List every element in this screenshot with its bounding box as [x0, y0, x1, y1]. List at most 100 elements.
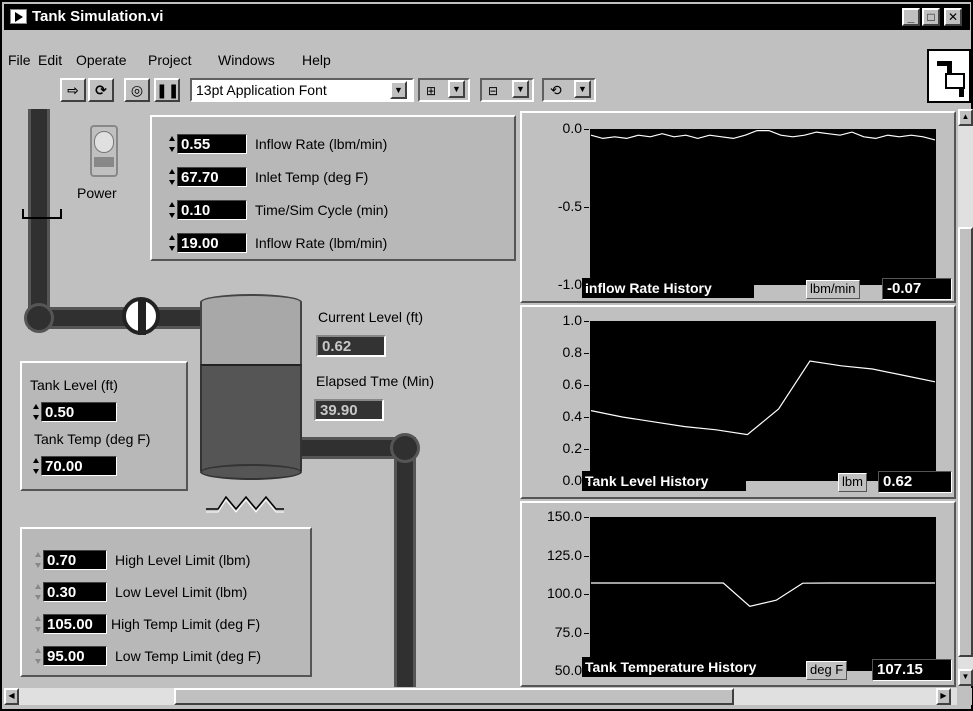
pause-icon[interactable]: ❚❚: [154, 78, 180, 102]
resize-grip-icon[interactable]: [957, 688, 972, 705]
tank-level-value[interactable]: 0.50: [41, 402, 117, 422]
front-panel: Power 0.55 Inflow Rate (lbm/min) 67.70 I…: [4, 109, 956, 687]
time-per-cycle-control[interactable]: 0.10 Time/Sim Cycle (min): [168, 199, 388, 221]
low-level-limit-value[interactable]: 0.30: [43, 582, 107, 602]
power-switch[interactable]: [90, 125, 118, 177]
spinner-icon[interactable]: [168, 167, 176, 187]
y-tick-label: 0.4: [562, 408, 582, 424]
y-tick-mark: [584, 385, 589, 386]
maximize-button[interactable]: □: [922, 8, 940, 26]
spinner-icon[interactable]: [168, 233, 176, 253]
run-arrow-icon[interactable]: ⇨: [60, 78, 86, 102]
chart-trace-svg: [591, 582, 935, 607]
inflow-rate-value[interactable]: 0.55: [177, 134, 247, 154]
menu-windows[interactable]: Windows: [218, 52, 275, 68]
chart-unit-label: deg F: [806, 661, 848, 680]
chart-trace-svg: [590, 130, 936, 141]
inflow-rate-control[interactable]: 0.55 Inflow Rate (lbm/min): [168, 133, 387, 155]
series-line: [591, 582, 935, 607]
spinner-icon[interactable]: [168, 200, 176, 220]
high-temp-limit-label: High Temp Limit (deg F): [111, 616, 261, 632]
spinner-icon[interactable]: [168, 134, 176, 154]
menu-operate[interactable]: Operate: [76, 52, 127, 68]
spinner-icon[interactable]: [34, 582, 42, 602]
high-temp-limit-value[interactable]: 105.00: [43, 614, 107, 634]
run-continuously-icon[interactable]: ⟳: [88, 78, 114, 102]
align-selector[interactable]: ⊞ ▼: [418, 78, 470, 102]
y-tick-label: 0.0: [562, 120, 582, 136]
y-tick-mark: [584, 671, 589, 672]
y-tick-mark: [584, 207, 589, 208]
low-temp-limit-control[interactable]: 95.00 Low Temp Limit (deg F): [34, 645, 261, 667]
outlet-pipe-horizontal: [294, 437, 404, 459]
close-button[interactable]: ✕: [944, 8, 962, 26]
title-bar[interactable]: Tank Simulation.vi _ □ ✕: [4, 4, 970, 30]
font-dropdown-arrow-icon[interactable]: ▼: [390, 81, 407, 99]
abort-icon[interactable]: ◎: [124, 78, 150, 102]
reorder-selector[interactable]: ⟲ ▼: [542, 78, 596, 102]
chart-digital-display: -0.07: [882, 278, 952, 300]
tank-level-control[interactable]: 0.50: [32, 401, 117, 423]
vertical-scrollbar[interactable]: ▲ ▼: [958, 109, 973, 686]
selection-marker-icon: [22, 209, 62, 219]
tank-temp-control[interactable]: 70.00: [32, 455, 117, 477]
chart-unit-label: lbm: [838, 473, 867, 492]
y-tick-mark: [584, 449, 589, 450]
high-temp-limit-control[interactable]: 105.00 High Temp Limit (deg F): [34, 613, 260, 635]
vertical-scroll-thumb[interactable]: [958, 227, 973, 657]
y-tick-mark: [584, 417, 589, 418]
simulation-controls-panel: 0.55 Inflow Rate (lbm/min) 67.70 Inlet T…: [150, 115, 516, 261]
series-line: [590, 360, 936, 436]
distribute-dropdown-arrow-icon[interactable]: ▼: [512, 80, 529, 98]
scroll-left-arrow-icon[interactable]: ◀: [4, 688, 19, 705]
tank-temp-value[interactable]: 70.00: [41, 456, 117, 476]
heater-icon: [206, 495, 284, 513]
font-selector[interactable]: 13pt Application Font: [190, 78, 414, 102]
y-tick-label: 100.0: [546, 585, 582, 601]
high-level-limit-control[interactable]: 0.70 High Level Limit (lbm): [34, 549, 250, 571]
distribute-selector[interactable]: ⊟ ▼: [480, 78, 534, 102]
align-dropdown-arrow-icon[interactable]: ▼: [448, 80, 465, 98]
spinner-icon[interactable]: [32, 456, 40, 476]
scroll-up-arrow-icon[interactable]: ▲: [958, 109, 973, 126]
chart-plot-area: [590, 321, 936, 481]
low-level-limit-control[interactable]: 0.30 Low Level Limit (lbm): [34, 581, 247, 603]
window-title: Tank Simulation.vi: [32, 8, 164, 25]
chart-title: Tank Level History: [582, 471, 746, 491]
minimize-button[interactable]: _: [902, 8, 920, 26]
time-per-cycle-value[interactable]: 0.10: [177, 200, 247, 220]
horizontal-scrollbar[interactable]: ◀ ▶: [4, 688, 957, 705]
spinner-icon[interactable]: [32, 402, 40, 422]
menu-file[interactable]: File: [8, 52, 31, 68]
toolbar: ⇨ ⟳ ◎ ❚❚ 13pt Application Font ▼ ⊞ ▼ ⊟ ▼…: [4, 75, 924, 103]
y-tick-mark: [584, 594, 589, 595]
scroll-down-arrow-icon[interactable]: ▼: [958, 669, 973, 686]
menu-edit[interactable]: Edit: [38, 52, 62, 68]
y-tick-mark: [584, 321, 589, 322]
time-per-cycle-label: Time/Sim Cycle (min): [255, 202, 389, 218]
y-tick-label: 125.0: [546, 546, 582, 563]
low-temp-limit-value[interactable]: 95.00: [43, 646, 107, 666]
inflow-rate-history-chart: Inflow Rate History lbm/min -0.07 0.0 -0.…: [520, 111, 956, 303]
y-tick-mark: [584, 632, 589, 634]
y-tick-label: -0.5: [557, 198, 582, 214]
chart-title: Inflow Rate History: [582, 278, 754, 298]
y-tick-label: 1.0: [562, 312, 582, 328]
high-level-limit-value[interactable]: 0.70: [43, 550, 107, 570]
horizontal-scroll-thumb[interactable]: [174, 688, 734, 705]
inlet-valve-icon[interactable]: [122, 297, 160, 335]
inflow-rate-2-value[interactable]: 19.00: [177, 233, 247, 253]
spinner-icon[interactable]: [34, 550, 42, 570]
y-tick-label: 0.6: [562, 376, 582, 392]
spinner-icon[interactable]: [34, 646, 42, 666]
reorder-dropdown-arrow-icon[interactable]: ▼: [574, 80, 591, 98]
scroll-right-arrow-icon[interactable]: ▶: [936, 688, 951, 705]
menu-project[interactable]: Project: [148, 52, 192, 68]
spinner-icon[interactable]: [34, 614, 42, 634]
inlet-temp-control[interactable]: 67.70 Inlet Temp (deg F): [168, 166, 368, 188]
vi-connector-icon[interactable]: [927, 49, 971, 103]
inflow-rate-2-control[interactable]: 19.00 Inflow Rate (lbm/min): [168, 232, 387, 254]
menu-help[interactable]: Help: [302, 52, 331, 68]
vi-app-icon[interactable]: [10, 9, 27, 24]
inlet-temp-value[interactable]: 67.70: [177, 167, 247, 187]
